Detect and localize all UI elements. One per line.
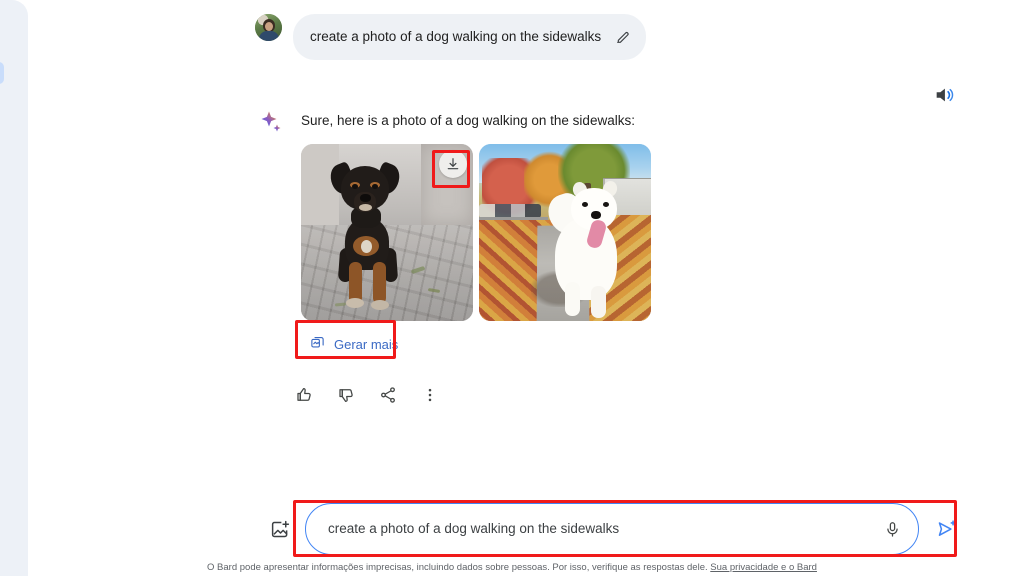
avatar[interactable] [255,14,282,41]
generated-image-1[interactable] [301,144,473,321]
send-icon[interactable] [935,517,958,541]
pencil-icon[interactable] [615,29,631,45]
left-nav-rail [0,0,28,576]
bard-sparkle-icon [259,110,283,134]
bard-chat-page: create a photo of a dog walking on the s… [0,0,1024,576]
thumbs-down-button[interactable] [335,384,357,406]
more-options-button[interactable] [419,384,441,406]
thumbs-up-button[interactable] [293,384,315,406]
footer-disclaimer-text: O Bard pode apresentar informações impre… [207,562,708,573]
add-image-icon[interactable] [268,517,292,541]
model-answer-text: Sure, here is a photo of a dog walking o… [301,113,635,128]
prompt-input[interactable]: create a photo of a dog walking on the s… [305,503,919,555]
download-icon[interactable] [439,150,467,178]
download-button[interactable] [439,150,467,178]
microphone-icon[interactable] [882,518,904,540]
share-button[interactable] [377,384,399,406]
generate-more-label: Gerar mais [334,337,399,352]
user-message-bubble: create a photo of a dog walking on the s… [293,14,647,60]
privacy-link[interactable]: Sua privacidade e o Bard [710,562,817,573]
response-actions [293,384,441,406]
generate-more-button[interactable]: Gerar mais [299,328,413,362]
generated-image-2[interactable] [479,144,651,321]
user-message-text: create a photo of a dog walking on the s… [310,28,602,44]
prompt-input-value[interactable]: create a photo of a dog walking on the s… [328,519,882,539]
user-turn: create a photo of a dog walking on the s… [255,14,647,60]
speaker-icon[interactable] [933,84,955,106]
duplicate-images-icon [310,335,325,355]
composer-bar: create a photo of a dog walking on the s… [268,500,958,558]
footer-disclaimer: O Bard pode apresentar informações impre… [0,561,1024,575]
generated-images-row [301,144,651,321]
nav-indicator-pill[interactable] [0,62,4,84]
